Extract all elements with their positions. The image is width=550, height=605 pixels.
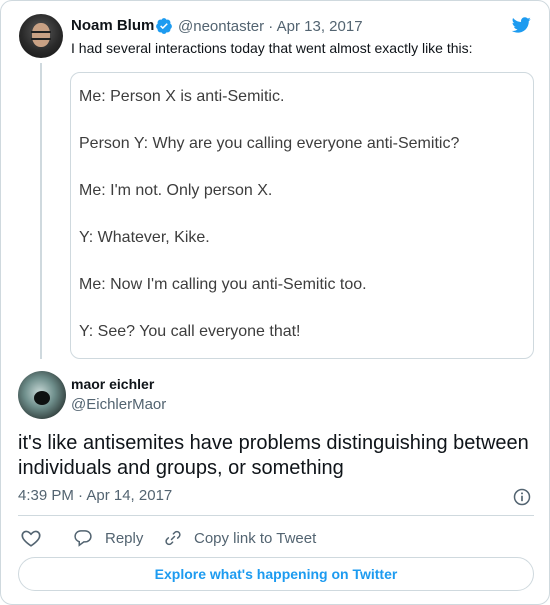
- copy-link-label: Copy link to Tweet: [194, 529, 317, 547]
- heart-icon: [21, 530, 41, 547]
- reply-label: Reply: [105, 529, 144, 547]
- thread-connector-line: [40, 63, 42, 359]
- link-icon: [165, 530, 181, 546]
- image-line: Me: Person X is anti-Semitic.: [79, 88, 285, 105]
- noam-blum-avatar[interactable]: [19, 14, 63, 58]
- parent-tweet-text: I had several interactions today that we…: [71, 40, 473, 56]
- parent-author-name[interactable]: Noam Blum: [71, 17, 154, 34]
- parent-meta: @neontaster · Apr 13, 2017: [178, 18, 363, 35]
- reply-button[interactable]: Reply: [73, 527, 143, 549]
- image-line: Y: See? You call everyone that!: [79, 323, 301, 340]
- main-tweet-text: it's like antisemites have problems dist…: [18, 432, 529, 479]
- parent-date[interactable]: Apr 13, 2017: [277, 18, 363, 35]
- info-icon[interactable]: [512, 487, 532, 507]
- actions-divider: [18, 515, 534, 516]
- image-line: Me: I'm not. Only person X.: [79, 182, 273, 199]
- reply-bubble-icon: [74, 530, 92, 547]
- twitter-bird-icon[interactable]: [509, 15, 533, 35]
- parent-handle[interactable]: @neontaster: [178, 18, 264, 35]
- tweet-embed-card: Noam Blum @neontaster · Apr 13, 2017 I h…: [0, 0, 550, 605]
- like-button[interactable]: [20, 527, 54, 549]
- image-line: Me: Now I'm calling you anti-Semitic too…: [79, 276, 367, 293]
- maor-eichler-avatar[interactable]: [18, 371, 66, 419]
- image-line: Person Y: Why are you calling everyone a…: [79, 135, 460, 152]
- tweet-timestamp[interactable]: 4:39 PM · Apr 14, 2017: [18, 487, 172, 504]
- meta-separator: ·: [268, 18, 274, 35]
- copy-link-button[interactable]: Copy link to Tweet: [164, 527, 316, 549]
- main-author-handle[interactable]: @EichlerMaor: [71, 396, 166, 413]
- main-author-name[interactable]: maor eichler: [71, 376, 154, 392]
- attached-text-image[interactable]: Me: Person X is anti-Semitic. Person Y: …: [70, 72, 534, 359]
- verified-badge-icon: [156, 18, 172, 34]
- image-line: Y: Whatever, Kike.: [79, 229, 210, 246]
- explore-twitter-button[interactable]: Explore what's happening on Twitter: [18, 557, 534, 591]
